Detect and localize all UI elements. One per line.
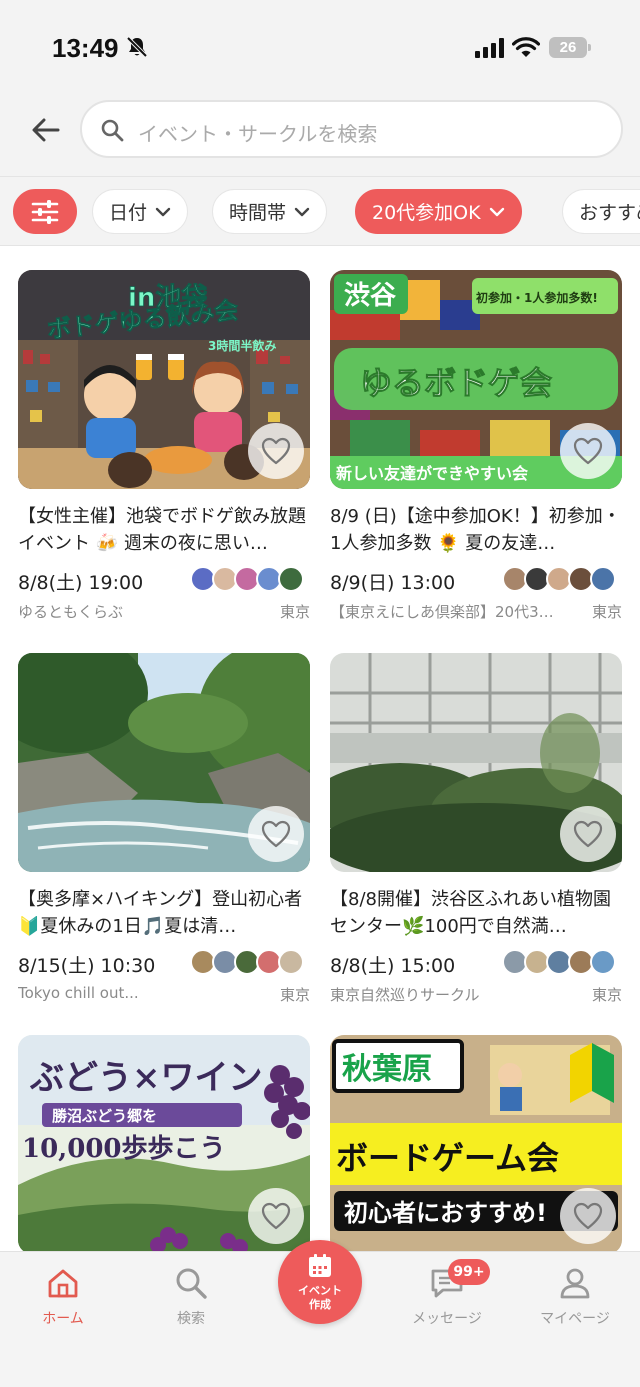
- sliders-icon: [31, 199, 59, 224]
- event-card[interactable]: 【8/8開催】渋谷区ふれあい植物園センター🌿100円で自然満… 8/8(土) 1…: [330, 653, 622, 1013]
- time-slot-filter-label: 時間帯: [229, 202, 287, 224]
- wifi-icon: [512, 37, 540, 57]
- event-title: 【奥多摩×ハイキング】登山初心者🔰夏休みの1日🎵夏は清…: [18, 889, 303, 937]
- heart-icon: [261, 437, 291, 465]
- event-date: 8/9(日) 13:00: [330, 572, 456, 594]
- tab-home[interactable]: ホーム: [8, 1266, 118, 1328]
- back-arrow-icon[interactable]: [28, 112, 64, 148]
- heart-icon: [573, 1202, 603, 1230]
- age-filter-label: 20代参加OK: [372, 202, 481, 224]
- event-date: 8/15(土) 10:30: [18, 955, 156, 977]
- avatar: [278, 566, 304, 592]
- create-event-button[interactable]: イベント 作成: [278, 1240, 362, 1324]
- date-filter-chip[interactable]: 日付: [92, 189, 189, 234]
- participant-avatars: [190, 566, 310, 592]
- image-text-line3: 初心者におすすめ!: [344, 1199, 547, 1227]
- event-title: 【8/8開催】渋谷区ふれあい植物園センター🌿100円で自然満…: [330, 889, 611, 937]
- search-header: イベント・サークルを検索: [0, 90, 640, 176]
- bell-muted-icon: [126, 36, 148, 58]
- image-text-line4: 新しい友達ができやすい会: [336, 464, 528, 483]
- image-text-line2: 初参加・1人参加多数!: [476, 290, 598, 305]
- filter-bar: 日付 時間帯 20代参加OK おすすめ順: [0, 176, 640, 246]
- calendar-icon: [309, 1254, 331, 1277]
- messages-badge: 99+: [448, 1259, 490, 1285]
- image-text-line3: 10,000歩歩こう: [22, 1134, 226, 1164]
- tab-mypage[interactable]: マイページ: [520, 1266, 630, 1328]
- sort-filter-chip[interactable]: おすすめ順: [562, 189, 640, 234]
- bottom-navigation: ホーム 検索 イベント 作成 メッセージ 99+ マイページ: [0, 1240, 640, 1387]
- chevron-down-icon: [155, 207, 171, 216]
- event-location: 東京: [591, 603, 622, 621]
- sort-filter-label: おすすめ順: [579, 202, 640, 224]
- event-card[interactable]: 渋谷 初参加・1人参加多数! ゆるボドゲ会 新しい友達ができやすい会 8/9 (…: [330, 270, 622, 630]
- heart-icon: [261, 820, 291, 848]
- search-input[interactable]: イベント・サークルを検索: [80, 100, 623, 158]
- search-icon: [101, 119, 124, 142]
- event-organizer: 【東京えにしあ倶楽部】20代3…: [330, 603, 554, 621]
- participant-avatars: [502, 949, 622, 975]
- chevron-down-icon: [489, 207, 504, 216]
- search-icon: [176, 1268, 207, 1299]
- age-filter-chip[interactable]: 20代参加OK: [355, 189, 522, 234]
- avatar: [590, 566, 616, 592]
- avatar: [278, 949, 304, 975]
- event-location: 東京: [591, 986, 622, 1004]
- tab-search-label: 検索: [177, 1311, 205, 1327]
- event-title: 8/9 (日)【途中参加OK！】初参加・1人参加多数 🌻 夏の友達…: [330, 506, 621, 554]
- favorite-button[interactable]: [248, 423, 304, 479]
- filter-settings-button[interactable]: [13, 189, 77, 234]
- search-placeholder: イベント・サークルを検索: [138, 122, 378, 146]
- event-card[interactable]: ぶどう×ワイン 勝沼ぶどう郷を 10,000歩歩こう: [18, 1035, 310, 1254]
- event-organizer: 東京自然巡りサークル: [330, 986, 480, 1004]
- status-time: 13:49: [52, 33, 119, 63]
- event-date: 8/8(土) 19:00: [18, 572, 144, 594]
- heart-icon: [261, 1202, 291, 1230]
- event-date: 8/8(土) 15:00: [330, 955, 456, 977]
- tab-search[interactable]: 検索: [136, 1266, 246, 1328]
- image-text-line1: 渋谷: [344, 281, 397, 311]
- favorite-button[interactable]: [248, 1188, 304, 1244]
- tab-home-label: ホーム: [42, 1311, 84, 1327]
- time-slot-filter-chip[interactable]: 時間帯: [212, 189, 328, 234]
- favorite-button[interactable]: [560, 806, 616, 862]
- cellular-signal-icon: [475, 38, 504, 58]
- image-text-line3: 3時間半飲み: [208, 338, 276, 353]
- participant-avatars: [502, 566, 622, 592]
- battery-icon: 26: [549, 37, 591, 58]
- favorite-button[interactable]: [248, 806, 304, 862]
- battery-level: 26: [549, 37, 587, 58]
- status-bar: 13:49 26: [0, 0, 640, 90]
- image-text-line2: ボードゲーム会: [336, 1139, 559, 1177]
- participant-avatars: [190, 949, 310, 975]
- event-card[interactable]: 秋葉原 ボードゲーム会 初心者におすすめ!: [330, 1035, 622, 1254]
- home-icon: [48, 1269, 78, 1298]
- event-title: 【女性主催】池袋でボドゲ飲み放題イベント 🍻 週末の夜に思い…: [18, 506, 306, 554]
- favorite-button[interactable]: [560, 423, 616, 479]
- heart-icon: [573, 820, 603, 848]
- event-location: 東京: [279, 603, 310, 621]
- event-location: 東京: [279, 986, 310, 1004]
- image-text-line1: 秋葉原: [342, 1052, 432, 1087]
- tab-mypage-label: マイページ: [540, 1311, 610, 1327]
- date-filter-label: 日付: [109, 202, 148, 224]
- heart-icon: [573, 437, 603, 465]
- event-card[interactable]: 【奥多摩×ハイキング】登山初心者🔰夏休みの1日🎵夏は清… 8/15(土) 10:…: [18, 653, 310, 1013]
- image-text-line2: 勝沼ぶどう郷を: [52, 1107, 157, 1125]
- create-event-label-line1: イベント: [298, 1284, 342, 1297]
- chevron-down-icon: [294, 207, 310, 216]
- create-event-label-line2: 作成: [309, 1298, 331, 1311]
- avatar: [590, 949, 616, 975]
- event-organizer: ゆるともくらぶ: [18, 603, 124, 621]
- event-card[interactable]: in池袋 ボドゲゆる飲み会 3時間半飲み 【女性主催】池袋でボドゲ飲み放題イベン…: [18, 270, 310, 630]
- user-icon: [560, 1268, 590, 1299]
- image-text-line1: ぶどう×ワイン: [29, 1058, 263, 1098]
- favorite-button[interactable]: [560, 1188, 616, 1244]
- tab-messages-label: メッセージ: [412, 1311, 482, 1327]
- event-organizer: Tokyo chill out...: [18, 984, 139, 1002]
- image-text-line3: ゆるボドゲ会: [360, 364, 552, 402]
